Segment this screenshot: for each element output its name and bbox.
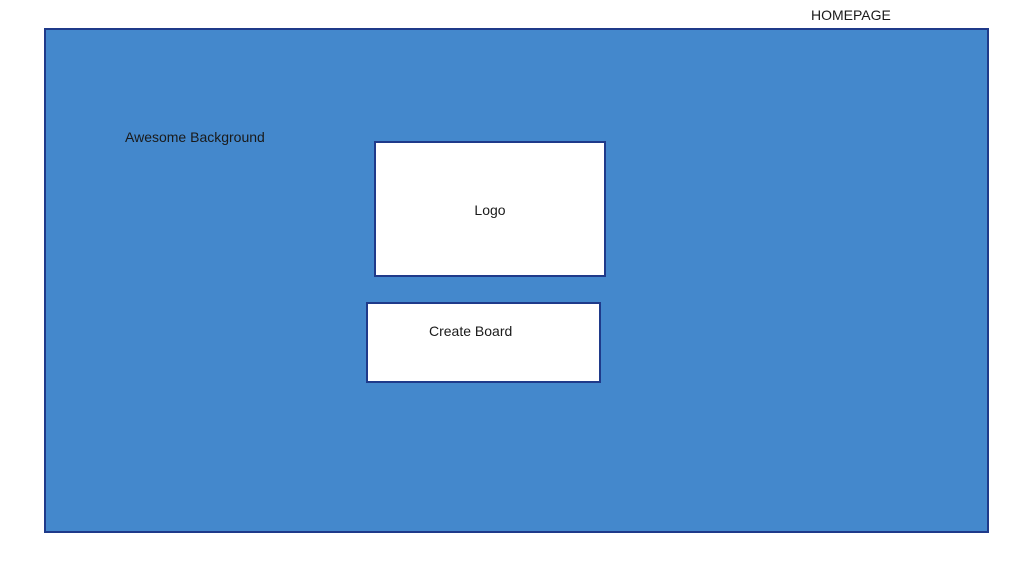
background-label: Awesome Background: [125, 129, 265, 145]
page-title: HOMEPAGE: [811, 7, 891, 23]
homepage-wireframe: HOMEPAGE Awesome Background Logo Create …: [0, 0, 1036, 563]
logo-placeholder: Logo: [374, 141, 606, 277]
logo-label: Logo: [474, 202, 506, 218]
background-panel: [44, 28, 989, 533]
create-board-label: Create Board: [429, 323, 513, 339]
create-board-button[interactable]: Create Board: [366, 302, 601, 383]
